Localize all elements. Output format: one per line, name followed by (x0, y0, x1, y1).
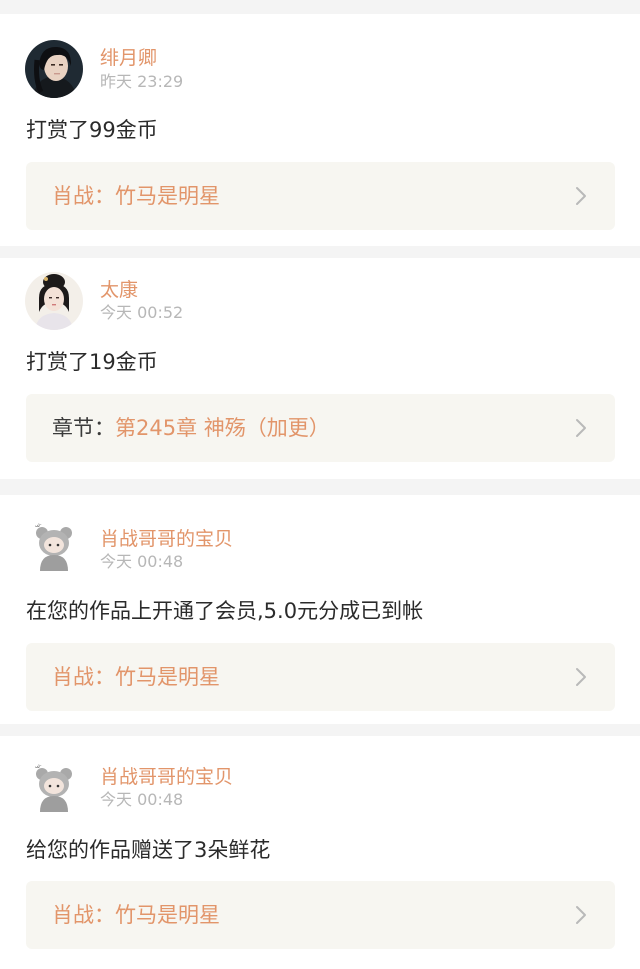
link-prefix: 肖战： (52, 184, 115, 208)
avatar-ancient-lady-icon[interactable] (25, 272, 83, 330)
work-link-button[interactable]: 肖战：竹马是明星 (26, 162, 615, 230)
link-prefix: 肖战： (52, 665, 115, 689)
timestamp: 今天 00:48 (100, 790, 184, 809)
link-title: 竹马是明星 (115, 665, 220, 689)
link-title: 第245章 神殇（加更） (115, 416, 330, 440)
avatar-bear-hood-chibi-icon[interactable]: ·ω· (25, 519, 83, 577)
user-name[interactable]: 肖战哥哥的宝贝 (100, 765, 233, 789)
notification-card: ·ω· 肖战哥哥的宝贝 今天 00:48 给您的作品赠送了3朵鲜花 肖战：竹马是… (0, 736, 640, 969)
timestamp: 今天 00:48 (100, 552, 184, 571)
message-text: 在您的作品上开通了会员,5.0元分成已到帐 (26, 599, 424, 623)
chevron-right-icon (576, 419, 586, 437)
user-name[interactable]: 太康 (100, 278, 138, 302)
work-link-button[interactable]: 肖战：竹马是明星 (26, 881, 615, 949)
avatar-bear-hood-chibi-icon[interactable]: ·ω· (25, 760, 83, 818)
message-text: 打赏了19金币 (26, 350, 158, 374)
link-text: 肖战：竹马是明星 (52, 663, 220, 691)
message-text: 打赏了99金币 (26, 118, 158, 142)
avatar-young-man-icon[interactable] (25, 40, 83, 98)
user-name[interactable]: 绯月卿 (100, 46, 157, 70)
link-title: 竹马是明星 (115, 903, 220, 927)
chapter-link-button[interactable]: 章节：第245章 神殇（加更） (26, 394, 615, 462)
message-text: 给您的作品赠送了3朵鲜花 (26, 838, 271, 862)
work-link-button[interactable]: 肖战：竹马是明星 (26, 643, 615, 711)
user-name[interactable]: 肖战哥哥的宝贝 (100, 527, 233, 551)
notification-card: ·ω· 肖战哥哥的宝贝 今天 00:48 在您的作品上开通了会员,5.0元分成已… (0, 495, 640, 724)
notification-card: 绯月卿 昨天 23:29 打赏了99金币 肖战：竹马是明星 (0, 14, 640, 246)
svg-text:·ω·: ·ω· (33, 522, 42, 529)
chevron-right-icon (576, 906, 586, 924)
link-text: 章节：第245章 神殇（加更） (52, 414, 330, 442)
link-text: 肖战：竹马是明星 (52, 901, 220, 929)
notification-card: 太康 今天 00:52 打赏了19金币 章节：第245章 神殇（加更） (0, 258, 640, 479)
timestamp: 昨天 23:29 (100, 72, 184, 91)
notification-feed: 绯月卿 昨天 23:29 打赏了99金币 肖战：竹马是明星 太康 今天 00:5… (0, 0, 640, 969)
link-prefix: 章节： (52, 416, 115, 440)
link-prefix: 肖战： (52, 903, 115, 927)
chevron-right-icon (576, 187, 586, 205)
timestamp: 今天 00:52 (100, 303, 184, 322)
link-text: 肖战：竹马是明星 (52, 182, 220, 210)
link-title: 竹马是明星 (115, 184, 220, 208)
svg-text:·ω·: ·ω· (33, 763, 42, 770)
chevron-right-icon (576, 668, 586, 686)
